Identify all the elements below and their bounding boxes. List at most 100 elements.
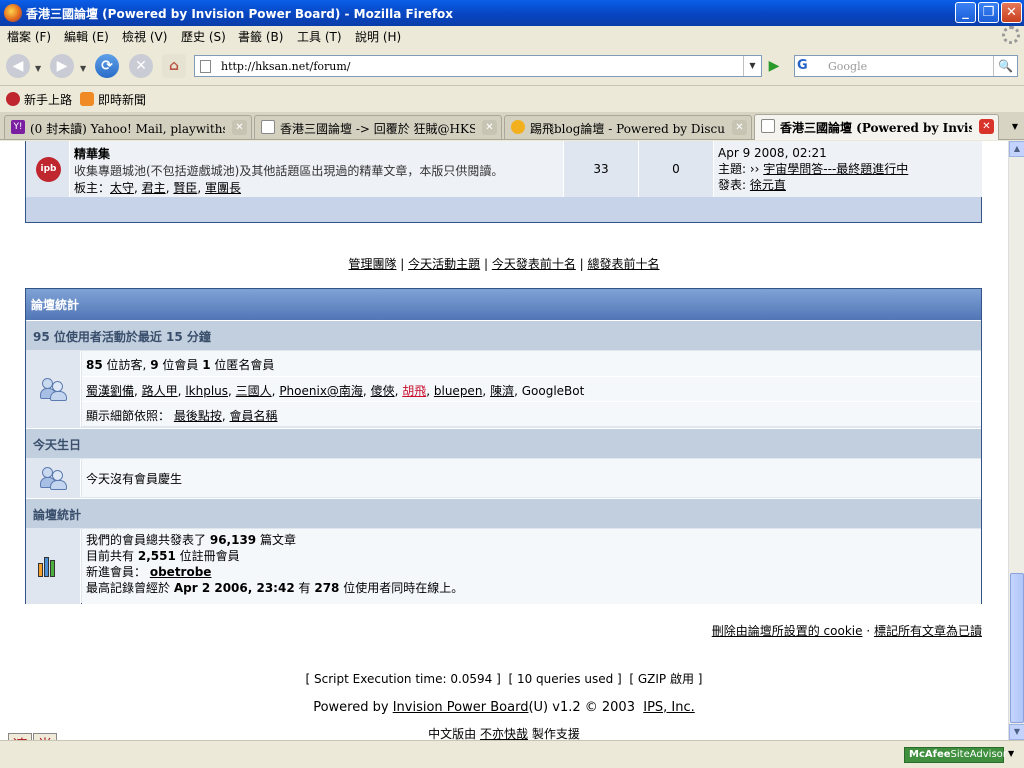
menu-bookmarks[interactable]: 書籤 (B) [238, 28, 283, 45]
siteadvisor-brand: McAfee [909, 749, 951, 760]
online-user-link[interactable]: 路人甲 [142, 384, 178, 398]
birthday-text: 今天沒有會員慶生 [82, 459, 981, 497]
firefox-bookmark-icon [6, 92, 20, 106]
active-users-icon-cell [26, 351, 81, 427]
status-bar: McAfeeSiteAdvisor ▼ [0, 740, 1024, 768]
go-button[interactable]: ▶ [764, 57, 784, 75]
online-user-link[interactable]: bluepen [434, 384, 483, 398]
last-post-topic: 主題: ›› 宇宙學問答---最終題進行中 [718, 161, 978, 177]
bookmark-getting-started[interactable]: 新手上路 [6, 91, 72, 108]
online-user-link[interactable]: 三國人 [236, 384, 272, 398]
forum-name-link[interactable]: 精華集 [74, 145, 559, 162]
record-mid: 有 [298, 581, 311, 595]
tab-hksan-reply[interactable]: 香港三國論壇 -> 回覆於 狂賊@HKS... ✕ [254, 115, 502, 139]
yahoo-icon: Y! [11, 120, 25, 134]
users-icon [40, 467, 68, 490]
last-topic-label: 主題: ›› [718, 162, 760, 176]
search-engine-google-icon[interactable]: G [797, 58, 823, 74]
menu-edit[interactable]: 編輯 (E) [64, 28, 109, 45]
ipb-link[interactable]: Invision Power Board [393, 700, 529, 715]
online-user-link[interactable]: Phoenix@南海 [279, 384, 363, 398]
bar-chart-icon [38, 555, 58, 577]
menu-bar: 檔案 (F) 編輯 (E) 檢視 (V) 歷史 (S) 書籤 (B) 工具 (T… [0, 26, 1024, 46]
reload-button[interactable]: ⟳ [95, 54, 119, 78]
home-button[interactable]: ⌂ [162, 54, 186, 78]
moderator-link[interactable]: 太守 [110, 181, 134, 195]
online-user-link[interactable]: lkhplus [185, 384, 228, 398]
anon-count: 1 [202, 358, 211, 372]
title-bar: 香港三國論壇 (Powered by Invision Power Board)… [0, 0, 1024, 26]
stop-button[interactable]: ✕ [129, 54, 153, 78]
moderator-link[interactable]: 君主 [142, 181, 166, 195]
url-bar[interactable]: http://hksan.net/forum/ ▼ [194, 55, 762, 77]
tab-label: (0 封未讀) Yahoo! Mail, playwithstephen [30, 122, 225, 136]
tab-close-icon[interactable]: ✕ [979, 119, 994, 134]
search-button[interactable]: 🔍 [993, 56, 1017, 76]
overall-top-posters-link[interactable]: 總發表前十名 [588, 257, 660, 271]
moderator-link[interactable]: 軍團長 [205, 181, 241, 195]
sort-last-click-link[interactable]: 最後點按 [174, 409, 222, 423]
ips-link[interactable]: IPS, Inc. [643, 700, 695, 715]
exec-time: [ Script Execution time: 0.0594 ] [305, 672, 501, 686]
menu-history[interactable]: 歷史 (S) [181, 28, 226, 45]
online-user-link[interactable]: 胡飛 [402, 384, 426, 398]
scroll-thumb[interactable] [1010, 573, 1024, 723]
tab-close-icon[interactable]: ✕ [232, 120, 247, 135]
forward-history-caret-icon[interactable]: ▼ [80, 64, 86, 73]
record-count: 278 [314, 581, 340, 595]
vertical-scrollbar[interactable]: ▲ ▼ [1008, 141, 1024, 740]
online-user-link[interactable]: 傻俠 [371, 384, 395, 398]
scroll-up-arrow-icon[interactable]: ▲ [1009, 141, 1024, 157]
sort-member-name-link[interactable]: 會員名稱 [230, 409, 278, 423]
powered-by: Powered by Invision Power Board(U) v1.2 … [0, 700, 1008, 715]
forward-button[interactable]: ▶ [50, 54, 74, 78]
staff-link[interactable]: 管理團隊 [348, 257, 396, 271]
menu-tools[interactable]: 工具 (T) [297, 28, 342, 45]
tab-list-dropdown-icon[interactable]: ▼ [1006, 116, 1024, 138]
stats-header: 論壇統計 [26, 289, 981, 320]
newest-member-link[interactable]: obetrobe [150, 565, 212, 579]
gzip-status: [ GZIP 啟用 ] [629, 672, 703, 686]
search-input[interactable]: Google [828, 60, 867, 73]
online-user-link[interactable]: 陳濟 [490, 384, 514, 398]
last-poster-link[interactable]: 徐元直 [750, 178, 786, 192]
maximize-button[interactable]: ❐ [978, 2, 999, 23]
last-post-date: Apr 9 2008, 02:21 [718, 146, 827, 160]
back-history-caret-icon[interactable]: ▼ [35, 64, 41, 73]
page-icon [200, 60, 211, 73]
board-stats-body: 我們的會員總共發表了 96,139 篇文章 目前共有 2,551 位註冊會員 新… [82, 529, 981, 604]
minimize-button[interactable]: _ [955, 2, 976, 23]
back-button[interactable]: ◀ [6, 54, 30, 78]
tab-hksan-forum[interactable]: 香港三國論壇 (Powered by Invis... ✕ [754, 114, 999, 140]
forum-replies-count: 0 [639, 141, 714, 197]
mark-all-read-link[interactable]: 標記所有文章為已讀 [874, 624, 982, 638]
chinese-credit-link[interactable]: 不亦快哉 [480, 727, 528, 740]
discuz-icon [511, 120, 525, 134]
siteadvisor-dropdown-icon[interactable]: ▼ [1008, 749, 1014, 758]
online-user-link[interactable]: 蜀漢劉備 [86, 384, 134, 398]
today-top-posters-link[interactable]: 今天發表前十名 [492, 257, 576, 271]
tab-yahoo-mail[interactable]: Y! (0 封未讀) Yahoo! Mail, playwithstephen … [4, 115, 252, 139]
menu-help[interactable]: 說明 (H) [355, 28, 401, 45]
menu-file[interactable]: 檔案 (F) [7, 28, 51, 45]
bookmark-latest-news[interactable]: 即時新聞 [80, 91, 146, 108]
forum-icon-cell: ipb [26, 141, 70, 197]
chinese-suffix: 製作支援 [531, 727, 580, 740]
url-text[interactable]: http://hksan.net/forum/ [221, 60, 351, 73]
tab-discuz-forum[interactable]: 踢飛blog論壇 - Powered by Discuz! ✕ [504, 115, 752, 139]
delete-cookies-link[interactable]: 刪除由論壇所設置的 cookie [712, 624, 863, 638]
scroll-down-arrow-icon[interactable]: ▼ [1009, 724, 1024, 740]
menu-view[interactable]: 檢視 (V) [122, 28, 167, 45]
url-history-dropdown-icon[interactable]: ▼ [743, 56, 761, 76]
search-bar[interactable]: G Google 🔍 [794, 55, 1018, 77]
tab-close-icon[interactable]: ✕ [482, 120, 497, 135]
siteadvisor-button[interactable]: McAfeeSiteAdvisor [904, 747, 1007, 763]
close-button[interactable]: ✕ [1001, 2, 1022, 23]
online-users-list: 蜀漢劉備, 路人甲, lkhplus, 三國人, Phoenix@南海, 傻俠,… [82, 376, 981, 401]
moderator-link[interactable]: 賢臣 [173, 181, 197, 195]
tab-close-icon[interactable]: ✕ [732, 120, 747, 135]
sort-options: 顯示細節依照： 最後點按, 會員名稱 [82, 401, 981, 426]
last-topic-link[interactable]: 宇宙學問答---最終題進行中 [763, 162, 908, 176]
newest-member-line: 新進會員： obetrobe [86, 564, 977, 580]
today-active-topics-link[interactable]: 今天活動主題 [408, 257, 480, 271]
